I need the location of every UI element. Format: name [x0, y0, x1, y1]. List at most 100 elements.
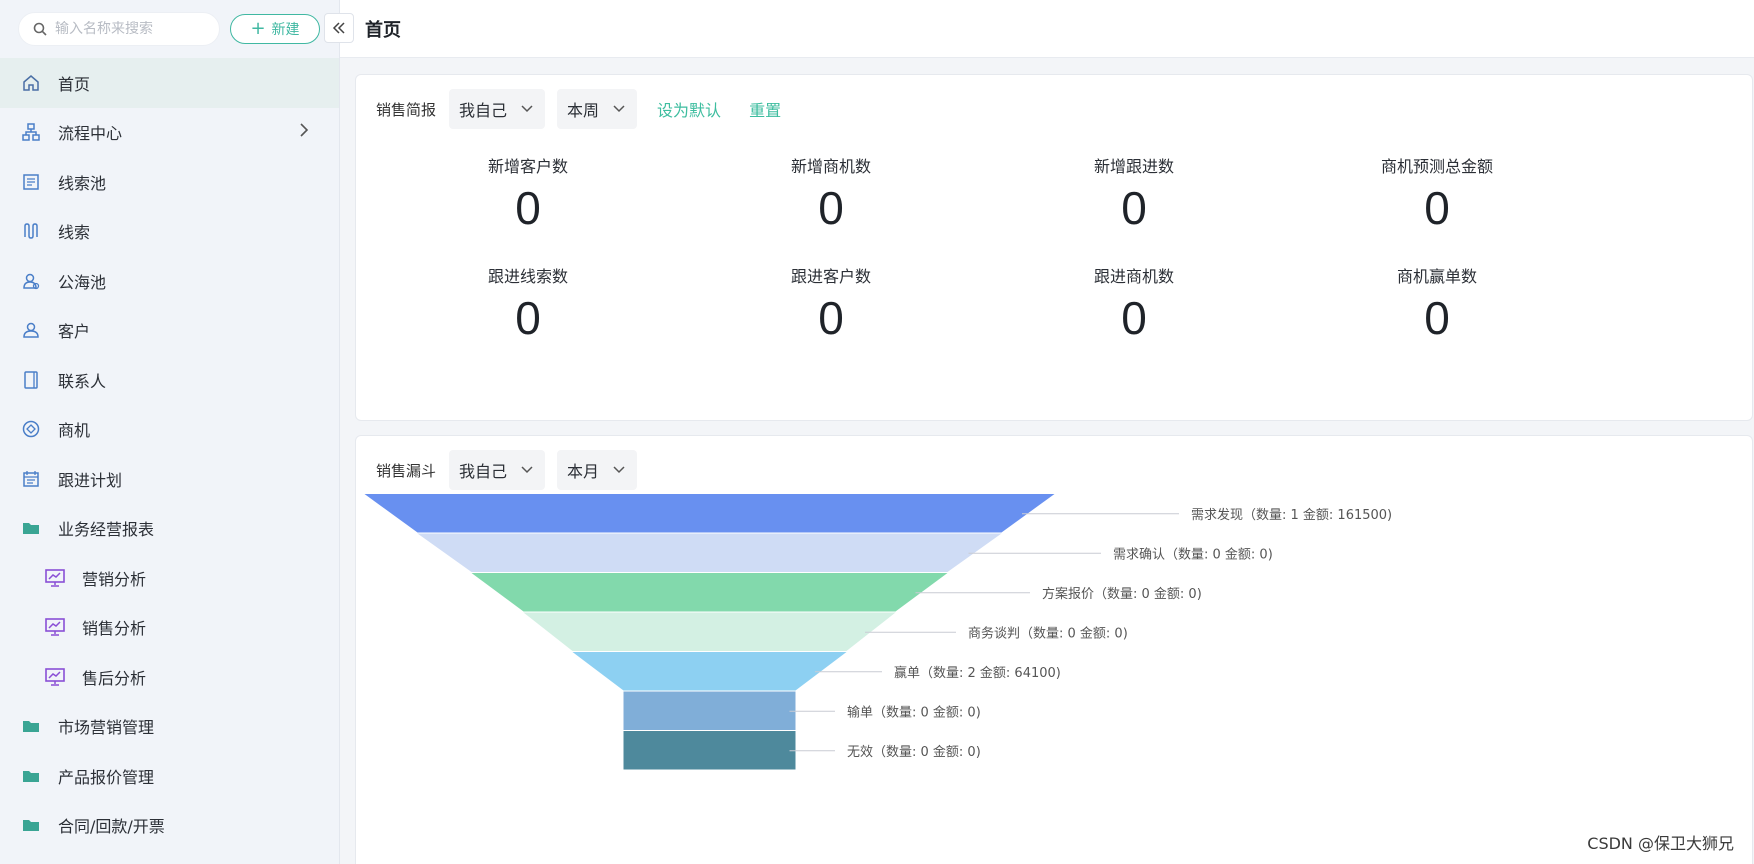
- calendar-icon: [20, 468, 42, 490]
- sidebar-item[interactable]: 跟进计划: [0, 454, 339, 504]
- sidebar-item[interactable]: 联系人: [0, 355, 339, 405]
- monitor-chart-icon: [44, 567, 66, 589]
- watermark: CSDN @保卫大狮兄: [1587, 834, 1734, 853]
- stat-label: 跟进线索数: [487, 267, 568, 286]
- sidebar-item-label: 线索池: [58, 173, 107, 193]
- sidebar-item[interactable]: 合同/回款/开票: [0, 801, 339, 851]
- folder-icon: [20, 715, 42, 737]
- funnel-stage[interactable]: [623, 731, 796, 770]
- search-icon: [33, 22, 47, 36]
- sidebar-item[interactable]: 首页: [0, 58, 339, 108]
- sidebar-item[interactable]: 市场营销管理: [0, 702, 339, 752]
- chevron-down-icon: [613, 105, 625, 113]
- funnel-stage[interactable]: [364, 494, 1055, 533]
- sidebar-item[interactable]: 公海池: [0, 256, 339, 306]
- funnel-stage-label: 需求确认（数量: 0 金额: 0): [1113, 546, 1273, 562]
- search-input[interactable]: [55, 21, 205, 37]
- funnel-stage-label: 赢单（数量: 2 金额: 64100): [894, 665, 1061, 681]
- sidebar-item-label: 首页: [58, 74, 91, 94]
- collapse-sidebar-button[interactable]: [324, 13, 354, 43]
- stat-label: 新增客户数: [487, 157, 568, 176]
- stat-value: 0: [1424, 292, 1450, 344]
- sidebar: + 新建 首页流程中心线索池线索公海池客户联系人商机跟进计划业务经营报表营销分析…: [0, 0, 340, 864]
- sidebar-item[interactable]: 售后分析: [0, 652, 339, 702]
- sidebar-item-label: 产品报价管理: [58, 767, 155, 787]
- home-icon: [20, 72, 42, 94]
- sidebar-top: + 新建: [0, 0, 339, 58]
- chevron-down-icon: [521, 105, 533, 113]
- flow-icon: [20, 121, 42, 143]
- funnel-stage-label: 需求发现（数量: 1 金额: 161500): [1191, 507, 1392, 523]
- stat-value: 0: [1121, 182, 1147, 234]
- period-select[interactable]: 本周: [557, 89, 638, 129]
- sidebar-item[interactable]: 商机: [0, 405, 339, 455]
- stat-label: 新增跟进数: [1093, 157, 1174, 176]
- scope-select[interactable]: 我自己: [449, 89, 546, 129]
- sidebar-item-label: 市场营销管理: [58, 718, 155, 738]
- sidebar-item-label: 业务经营报表: [58, 520, 155, 540]
- reset-link[interactable]: 重置: [749, 97, 781, 121]
- sidebar-item-label: 营销分析: [82, 569, 147, 589]
- sales-funnel-card: 销售漏斗 我自己 本月 需求发现（数量: 1 金额: 161500) 需求确认（数…: [355, 435, 1753, 864]
- stat-tile: 新增商机数 0: [731, 153, 931, 235]
- sidebar-item-label: 合同/回款/开票: [58, 817, 165, 837]
- funnel-stage[interactable]: [623, 691, 796, 731]
- target-icon: [20, 418, 42, 440]
- user-icon: [20, 319, 42, 341]
- stat-tile: 跟进客户数 0: [731, 263, 931, 345]
- funnel-stage-label: 无效（数量: 0 金额: 0): [847, 744, 981, 760]
- funnel-stage[interactable]: [572, 652, 847, 691]
- sales-brief-toolbar: 销售简报 我自己 本周 设为默认 重置: [376, 89, 781, 129]
- stat-value: 0: [818, 292, 844, 344]
- stat-label: 商机赢单数: [1396, 267, 1477, 286]
- funnel-stage-label: 方案报价（数量: 0 金额: 0): [1042, 586, 1202, 602]
- sidebar-item[interactable]: 客户: [0, 306, 339, 356]
- plus-icon: +: [250, 18, 266, 39]
- funnel-stage[interactable]: [471, 573, 948, 612]
- stat-label: 跟进商机数: [1093, 267, 1174, 286]
- funnel-stage-label: 输单（数量: 0 金额: 0): [847, 704, 981, 720]
- stat-tile: 跟进线索数 0: [428, 263, 628, 345]
- sidebar-item[interactable]: 产品报价管理: [0, 751, 339, 801]
- new-button[interactable]: + 新建: [230, 14, 320, 44]
- contacts-icon: [20, 369, 42, 391]
- list-icon: [20, 171, 42, 193]
- sidebar-item-label: 商机: [58, 421, 91, 441]
- sidebar-item-label: 线索: [58, 223, 91, 243]
- chevron-right-icon: [300, 123, 309, 137]
- sidebar-item[interactable]: 业务经营报表: [0, 504, 339, 554]
- stat-tile: 新增客户数 0: [428, 153, 628, 235]
- sidebar-item-label: 公海池: [58, 272, 107, 292]
- page-title: 首页: [365, 19, 401, 41]
- sidebar-item[interactable]: 线索: [0, 207, 339, 257]
- sidebar-item-label: 销售分析: [82, 619, 147, 639]
- stat-value: 0: [1424, 182, 1450, 234]
- monitor-chart-icon: [44, 616, 66, 638]
- sales-brief-title: 销售简报: [376, 100, 437, 119]
- folder-icon: [20, 814, 42, 836]
- stat-tile: 商机赢单数 0: [1337, 263, 1537, 345]
- funnel-stage[interactable]: [523, 612, 896, 652]
- new-button-label: 新建: [271, 22, 300, 38]
- users-icon: [20, 270, 42, 292]
- stat-tile: 新增跟进数 0: [1034, 153, 1234, 235]
- monitor-chart-icon: [44, 666, 66, 688]
- sidebar-menu: 首页流程中心线索池线索公海池客户联系人商机跟进计划业务经营报表营销分析销售分析售…: [0, 58, 339, 850]
- folder-icon: [20, 765, 42, 787]
- sidebar-item[interactable]: 流程中心: [0, 108, 339, 158]
- sales-funnel-chart: 需求发现（数量: 1 金额: 161500) 需求确认（数量: 0 金额: 0) 方…: [364, 494, 1392, 770]
- page-header: 首页: [340, 0, 1754, 58]
- sidebar-item[interactable]: 销售分析: [0, 603, 339, 653]
- stat-value: 0: [515, 292, 541, 344]
- set-default-link[interactable]: 设为默认: [657, 97, 721, 121]
- sidebar-item[interactable]: 营销分析: [0, 553, 339, 603]
- sidebar-item-label: 客户: [58, 322, 91, 342]
- sidebar-item[interactable]: 线索池: [0, 157, 339, 207]
- stat-label: 跟进客户数: [790, 267, 871, 286]
- stat-value: 0: [818, 182, 844, 234]
- search-box[interactable]: [18, 12, 220, 46]
- folder-icon: [20, 517, 42, 539]
- sidebar-item-label: 跟进计划: [58, 470, 123, 490]
- stat-label: 新增商机数: [790, 157, 871, 176]
- funnel-stage[interactable]: [417, 533, 1002, 573]
